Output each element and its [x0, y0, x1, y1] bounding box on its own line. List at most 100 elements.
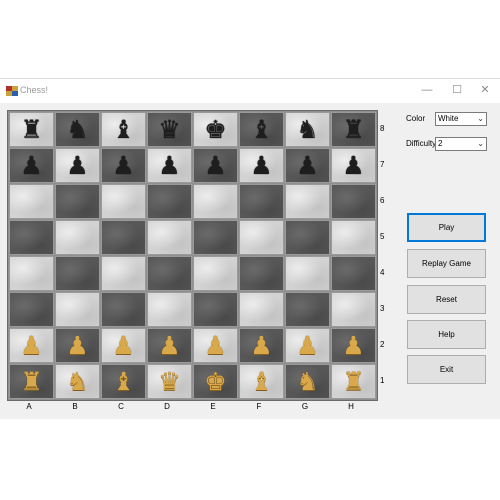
square-g2[interactable]: ♟ [285, 328, 330, 363]
square-c5[interactable] [101, 220, 146, 255]
black-pawn-icon[interactable]: ♟ [10, 149, 53, 182]
square-a6[interactable] [9, 184, 54, 219]
square-g7[interactable]: ♟ [285, 148, 330, 183]
black-pawn-icon[interactable]: ♟ [332, 149, 375, 182]
square-d4[interactable] [147, 256, 192, 291]
square-a7[interactable]: ♟ [9, 148, 54, 183]
white-bishop-icon[interactable]: ♝ [240, 365, 283, 398]
exit-button[interactable]: Exit [407, 355, 486, 384]
black-rook-icon[interactable]: ♜ [10, 113, 53, 146]
square-c8[interactable]: ♝ [101, 112, 146, 147]
square-h2[interactable]: ♟ [331, 328, 376, 363]
black-knight-icon[interactable]: ♞ [56, 113, 99, 146]
minimize-icon[interactable]: — [412, 79, 442, 101]
square-b3[interactable] [55, 292, 100, 327]
square-f2[interactable]: ♟ [239, 328, 284, 363]
square-h5[interactable] [331, 220, 376, 255]
square-b8[interactable]: ♞ [55, 112, 100, 147]
square-b4[interactable] [55, 256, 100, 291]
square-e6[interactable] [193, 184, 238, 219]
square-e3[interactable] [193, 292, 238, 327]
close-icon[interactable]: ✕ [470, 79, 500, 101]
color-select[interactable]: White ⌄ [435, 112, 487, 126]
white-bishop-icon[interactable]: ♝ [102, 365, 145, 398]
square-c2[interactable]: ♟ [101, 328, 146, 363]
white-rook-icon[interactable]: ♜ [10, 365, 53, 398]
maximize-icon[interactable]: ☐ [442, 79, 472, 101]
square-f7[interactable]: ♟ [239, 148, 284, 183]
square-h7[interactable]: ♟ [331, 148, 376, 183]
square-h3[interactable] [331, 292, 376, 327]
square-f4[interactable] [239, 256, 284, 291]
reset-button[interactable]: Reset [407, 285, 486, 314]
square-h8[interactable]: ♜ [331, 112, 376, 147]
black-pawn-icon[interactable]: ♟ [56, 149, 99, 182]
help-button[interactable]: Help [407, 320, 486, 349]
square-a3[interactable] [9, 292, 54, 327]
square-f1[interactable]: ♝ [239, 364, 284, 399]
square-c1[interactable]: ♝ [101, 364, 146, 399]
square-f6[interactable] [239, 184, 284, 219]
square-d1[interactable]: ♛ [147, 364, 192, 399]
square-g8[interactable]: ♞ [285, 112, 330, 147]
white-knight-icon[interactable]: ♞ [56, 365, 99, 398]
play-button[interactable]: Play [407, 213, 486, 242]
square-a8[interactable]: ♜ [9, 112, 54, 147]
square-d5[interactable] [147, 220, 192, 255]
black-pawn-icon[interactable]: ♟ [240, 149, 283, 182]
black-knight-icon[interactable]: ♞ [286, 113, 329, 146]
white-pawn-icon[interactable]: ♟ [102, 329, 145, 362]
black-queen-icon[interactable]: ♛ [148, 113, 191, 146]
black-king-icon[interactable]: ♚ [194, 113, 237, 146]
square-g4[interactable] [285, 256, 330, 291]
white-rook-icon[interactable]: ♜ [332, 365, 375, 398]
white-pawn-icon[interactable]: ♟ [194, 329, 237, 362]
square-a5[interactable] [9, 220, 54, 255]
black-bishop-icon[interactable]: ♝ [102, 113, 145, 146]
white-pawn-icon[interactable]: ♟ [10, 329, 53, 362]
square-c7[interactable]: ♟ [101, 148, 146, 183]
square-e2[interactable]: ♟ [193, 328, 238, 363]
white-king-icon[interactable]: ♚ [194, 365, 237, 398]
square-d2[interactable]: ♟ [147, 328, 192, 363]
square-c6[interactable] [101, 184, 146, 219]
square-a4[interactable] [9, 256, 54, 291]
square-g3[interactable] [285, 292, 330, 327]
square-b7[interactable]: ♟ [55, 148, 100, 183]
square-b1[interactable]: ♞ [55, 364, 100, 399]
square-e7[interactable]: ♟ [193, 148, 238, 183]
square-d3[interactable] [147, 292, 192, 327]
square-b6[interactable] [55, 184, 100, 219]
square-b2[interactable]: ♟ [55, 328, 100, 363]
square-f8[interactable]: ♝ [239, 112, 284, 147]
white-pawn-icon[interactable]: ♟ [240, 329, 283, 362]
square-f3[interactable] [239, 292, 284, 327]
square-e8[interactable]: ♚ [193, 112, 238, 147]
square-g5[interactable] [285, 220, 330, 255]
difficulty-select[interactable]: 2 ⌄ [435, 137, 487, 151]
black-pawn-icon[interactable]: ♟ [102, 149, 145, 182]
square-e1[interactable]: ♚ [193, 364, 238, 399]
square-h6[interactable] [331, 184, 376, 219]
black-bishop-icon[interactable]: ♝ [240, 113, 283, 146]
square-a1[interactable]: ♜ [9, 364, 54, 399]
square-h4[interactable] [331, 256, 376, 291]
black-rook-icon[interactable]: ♜ [332, 113, 375, 146]
white-pawn-icon[interactable]: ♟ [332, 329, 375, 362]
square-h1[interactable]: ♜ [331, 364, 376, 399]
square-d8[interactable]: ♛ [147, 112, 192, 147]
replay-game-button[interactable]: Replay Game [407, 249, 486, 278]
white-pawn-icon[interactable]: ♟ [56, 329, 99, 362]
square-d7[interactable]: ♟ [147, 148, 192, 183]
white-pawn-icon[interactable]: ♟ [286, 329, 329, 362]
square-e4[interactable] [193, 256, 238, 291]
square-c3[interactable] [101, 292, 146, 327]
square-f5[interactable] [239, 220, 284, 255]
white-pawn-icon[interactable]: ♟ [148, 329, 191, 362]
square-b5[interactable] [55, 220, 100, 255]
square-g1[interactable]: ♞ [285, 364, 330, 399]
black-pawn-icon[interactable]: ♟ [286, 149, 329, 182]
white-queen-icon[interactable]: ♛ [148, 365, 191, 398]
square-g6[interactable] [285, 184, 330, 219]
white-knight-icon[interactable]: ♞ [286, 365, 329, 398]
